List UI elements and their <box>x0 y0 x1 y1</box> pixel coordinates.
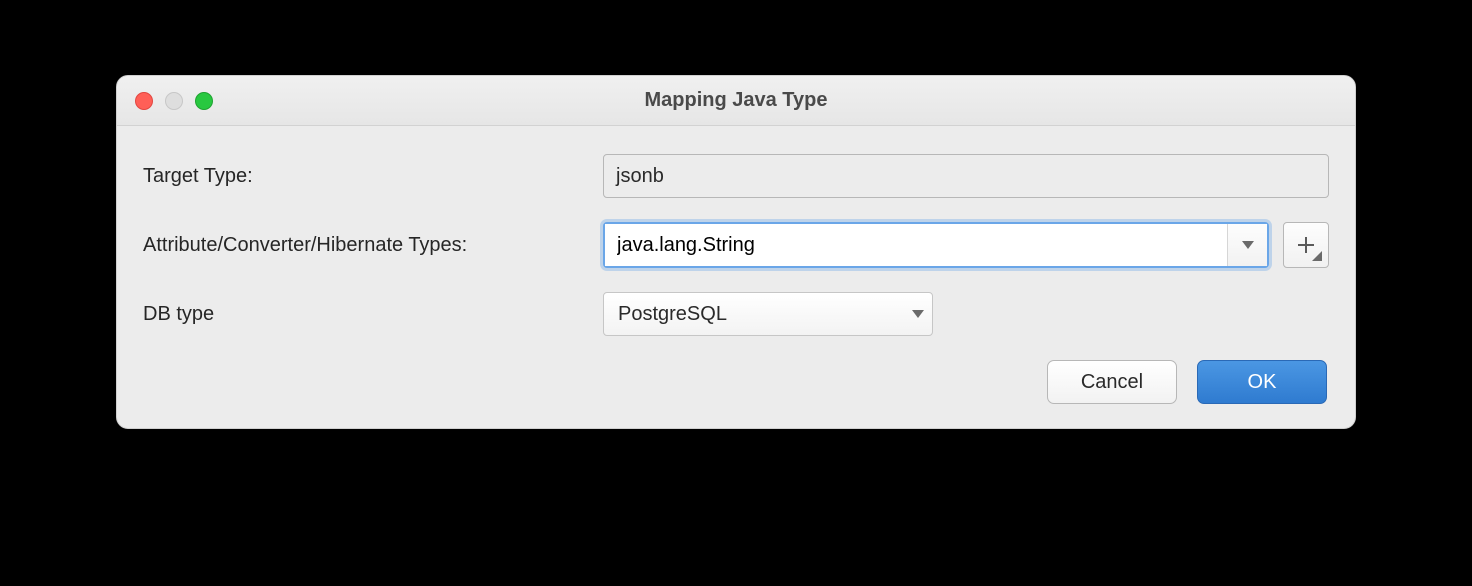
label-db-type: DB type <box>143 303 603 326</box>
dialog-button-bar: Cancel OK <box>143 360 1329 404</box>
label-attribute-types: Attribute/Converter/Hibernate Types: <box>143 234 603 257</box>
window-controls <box>135 92 213 110</box>
db-type-combobox[interactable]: PostgreSQL <box>603 292 933 336</box>
row-attribute-types: Attribute/Converter/Hibernate Types: <box>143 222 1329 268</box>
chevron-down-icon <box>1242 241 1254 249</box>
row-target-type: Target Type: jsonb <box>143 154 1329 198</box>
chevron-down-icon <box>912 310 924 318</box>
db-type-selected-value: PostgreSQL <box>618 303 727 326</box>
minimize-window-button <box>165 92 183 110</box>
label-target-type: Target Type: <box>143 165 603 188</box>
cancel-button[interactable]: Cancel <box>1047 360 1177 404</box>
dialog-title: Mapping Java Type <box>644 89 827 112</box>
dropdown-corner-icon <box>1312 251 1322 261</box>
attribute-types-combobox[interactable] <box>603 222 1269 268</box>
cancel-button-label: Cancel <box>1081 371 1143 394</box>
close-window-button[interactable] <box>135 92 153 110</box>
attribute-types-input[interactable] <box>605 224 1227 266</box>
attribute-types-dropdown-button[interactable] <box>1227 224 1267 266</box>
add-type-button[interactable] <box>1283 222 1329 268</box>
maximize-window-button[interactable] <box>195 92 213 110</box>
target-type-value: jsonb <box>616 165 664 188</box>
dialog-content: Target Type: jsonb Attribute/Converter/H… <box>117 126 1355 428</box>
target-type-field: jsonb <box>603 154 1329 198</box>
titlebar: Mapping Java Type <box>117 76 1355 126</box>
ok-button[interactable]: OK <box>1197 360 1327 404</box>
ok-button-label: OK <box>1248 371 1277 394</box>
mapping-java-type-dialog: Mapping Java Type Target Type: jsonb Att… <box>116 75 1356 429</box>
row-db-type: DB type PostgreSQL <box>143 292 1329 336</box>
